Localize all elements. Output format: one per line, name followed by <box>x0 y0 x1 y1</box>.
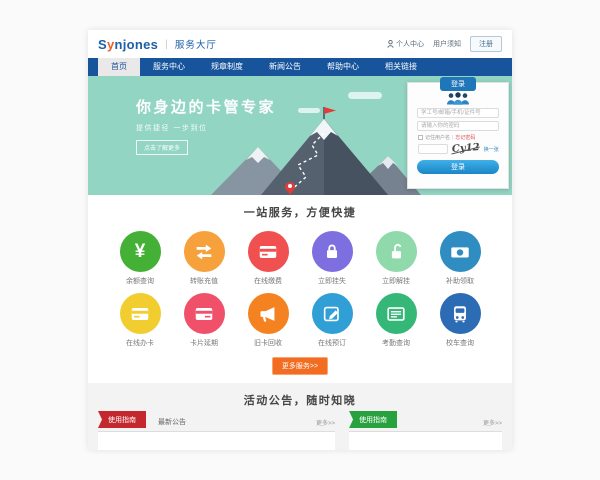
lock-icon <box>312 231 353 272</box>
hero-title: 你身边的卡管专家 <box>136 96 276 117</box>
service-label: 在线缴费 <box>254 276 282 286</box>
left-ribbon-tab[interactable]: 使用指南 <box>98 411 146 428</box>
right-more-link[interactable]: 更多>> <box>483 418 502 431</box>
cloud-shape <box>348 92 382 99</box>
login-options: 记住用户名 | 忘记密码 <box>418 134 498 141</box>
users-icon <box>445 92 471 105</box>
captcha-row: Cy12 换一张 <box>418 144 498 154</box>
hero-cta-button[interactable]: 点击了解更多 <box>136 140 188 155</box>
left-more-link[interactable]: 更多>> <box>316 418 335 431</box>
announcements-section: 活动公告，随时知晓 使用指南 最新公告 更多>> 使用指南 更多>> <box>88 383 512 450</box>
nav-item-links[interactable]: 相关链接 <box>372 58 430 76</box>
announcement-right-column: 使用指南 更多>> <box>349 417 502 450</box>
service-label: 补助领取 <box>446 276 474 286</box>
nav-item-rules[interactable]: 规章制度 <box>198 58 256 76</box>
announcement-left-column: 使用指南 最新公告 更多>> <box>98 417 335 450</box>
yen-icon: ¥ <box>120 231 161 272</box>
list-icon <box>376 293 417 334</box>
nav-item-home[interactable]: 首页 <box>98 58 140 76</box>
user-notice-label: 用户须知 <box>433 39 461 49</box>
personal-center-link[interactable]: 个人中心 <box>387 39 424 49</box>
latest-announcements-tab[interactable]: 最新公告 <box>158 417 186 431</box>
service-label: 立即挂失 <box>318 276 346 286</box>
login-panel: 登录 记住用户名 | 忘记密码 Cy12 换一张 登录 <box>407 82 509 189</box>
logo-s: S <box>98 37 107 52</box>
service-tile-online-booking[interactable]: 在线预订 <box>300 293 364 348</box>
header: Synjones | 服务大厅 个人中心 用户须知 注册 <box>88 30 512 58</box>
service-tile-unfreeze[interactable]: 立即解挂 <box>364 231 428 286</box>
service-tile-online-payment[interactable]: 在线缴费 <box>236 231 300 286</box>
service-tile-balance[interactable]: ¥ 余额查询 <box>108 231 172 286</box>
person-icon <box>387 40 394 48</box>
announcement-columns: 使用指南 最新公告 更多>> 使用指南 更多>> <box>88 408 512 450</box>
megaphone-icon <box>248 293 289 334</box>
right-ribbon-tab[interactable]: 使用指南 <box>349 411 397 428</box>
register-button[interactable]: 注册 <box>470 36 502 52</box>
service-label: 卡片延期 <box>190 338 218 348</box>
service-tile-card-recycle[interactable]: 旧卡回收 <box>236 293 300 348</box>
logo: Synjones <box>98 37 158 52</box>
login-tab[interactable]: 登录 <box>440 77 476 91</box>
personal-center-label: 个人中心 <box>396 39 424 49</box>
main-nav: 首页 服务中心 规章制度 新闻公告 帮助中心 相关链接 <box>88 58 512 76</box>
hero-text: 你身边的卡管专家 提供捷径 一步到位 点击了解更多 <box>136 96 276 155</box>
bank-card-icon <box>184 293 225 334</box>
header-right: 个人中心 用户须知 注册 <box>387 36 502 52</box>
captcha-refresh-link[interactable]: 换一张 <box>484 146 499 153</box>
service-tile-attendance[interactable]: 考勤查询 <box>364 293 428 348</box>
service-tile-subsidy[interactable]: 补助领取 <box>428 231 492 286</box>
service-label: 在线办卡 <box>126 338 154 348</box>
forgot-password-link[interactable]: 忘记密码 <box>455 134 475 141</box>
bank-card-icon <box>248 231 289 272</box>
site-wrapper: Synjones | 服务大厅 个人中心 用户须知 注册 首页 服务中心 规章制… <box>88 30 512 450</box>
options-separator: | <box>452 135 453 141</box>
service-label: 在线预订 <box>318 338 346 348</box>
captcha-input[interactable] <box>418 144 448 154</box>
nav-item-service-center[interactable]: 服务中心 <box>140 58 198 76</box>
unlock-icon <box>376 231 417 272</box>
services-grid: ¥ 余额查询 转账充值 在线缴费 立即挂失 <box>88 220 512 348</box>
announcements-title: 活动公告，随时知晓 <box>88 392 512 408</box>
nav-item-help-center[interactable]: 帮助中心 <box>314 58 372 76</box>
logo-y: y <box>107 37 115 52</box>
services-title: 一站服务，方便快捷 <box>88 204 512 220</box>
right-column-content <box>349 432 502 450</box>
right-column-header: 使用指南 更多>> <box>349 417 502 432</box>
left-column-header: 使用指南 最新公告 更多>> <box>98 417 335 432</box>
banknote-icon <box>440 231 481 272</box>
login-submit-button[interactable]: 登录 <box>417 160 499 174</box>
more-services-button[interactable]: 更多服务>> <box>272 357 328 375</box>
service-label: 校车查询 <box>446 338 474 348</box>
service-tile-school-bus[interactable]: 校车查询 <box>428 293 492 348</box>
service-tile-card-extension[interactable]: 卡片延期 <box>172 293 236 348</box>
service-tile-report-loss[interactable]: 立即挂失 <box>300 231 364 286</box>
service-label: 考勤查询 <box>382 338 410 348</box>
logo-divider: | <box>165 39 168 50</box>
password-input[interactable] <box>417 121 499 131</box>
left-column-content <box>98 432 335 450</box>
service-label: 旧卡回收 <box>254 338 282 348</box>
service-label: 转账充值 <box>190 276 218 286</box>
remember-checkbox[interactable] <box>418 135 423 140</box>
hero-subtitle: 提供捷径 一步到位 <box>136 123 276 133</box>
service-tile-transfer[interactable]: 转账充值 <box>172 231 236 286</box>
remember-label: 记住用户名 <box>425 134 450 141</box>
logo-rest: njones <box>115 37 159 52</box>
nav-item-news[interactable]: 新闻公告 <box>256 58 314 76</box>
bus-icon <box>440 293 481 334</box>
edit-icon <box>312 293 353 334</box>
services-section: 一站服务，方便快捷 ¥ 余额查询 转账充值 在线缴费 <box>88 195 512 383</box>
site-name: 服务大厅 <box>175 37 217 51</box>
transfer-arrows-icon <box>184 231 225 272</box>
service-label: 余额查询 <box>126 276 154 286</box>
hero-banner: 你身边的卡管专家 提供捷径 一步到位 点击了解更多 登录 <box>88 76 512 195</box>
user-notice-link[interactable]: 用户须知 <box>433 39 461 49</box>
service-tile-apply-card[interactable]: 在线办卡 <box>108 293 172 348</box>
captcha-image: Cy12 <box>452 143 480 155</box>
service-label: 立即解挂 <box>382 276 410 286</box>
bank-card-icon <box>120 293 161 334</box>
username-input[interactable] <box>417 108 499 118</box>
